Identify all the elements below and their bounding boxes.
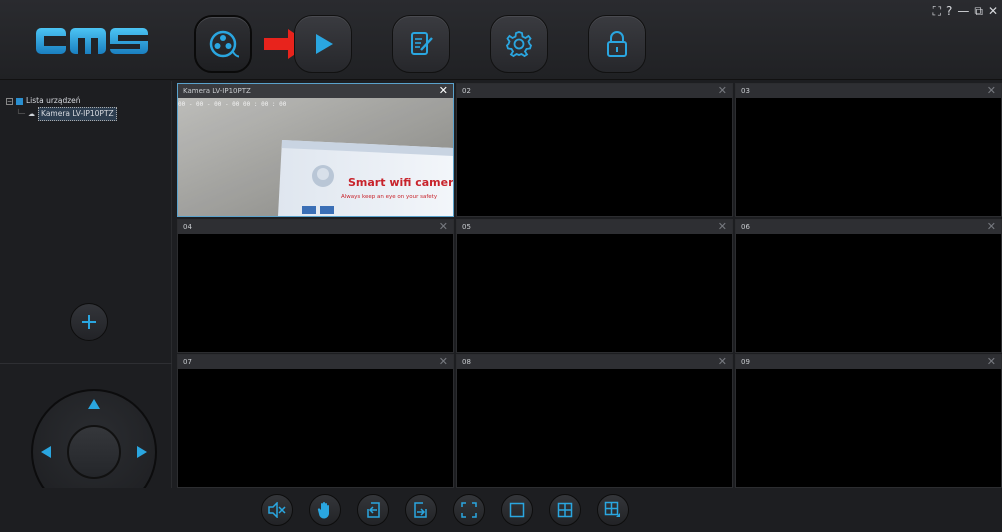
- tree-item[interactable]: └─ ☁ Kamera LV-IP10PTZ: [6, 107, 117, 121]
- fullscreen-button[interactable]: [453, 494, 485, 526]
- nav-settings-button[interactable]: [490, 15, 548, 73]
- ptz-left-icon[interactable]: [41, 446, 51, 458]
- cell-title: 02: [462, 87, 471, 95]
- nav-play-button[interactable]: [294, 15, 352, 73]
- ptz-center-button[interactable]: [67, 425, 121, 479]
- user-icon[interactable]: ⛶: [933, 4, 941, 18]
- export-left-icon: [367, 502, 380, 518]
- layout-custom-button[interactable]: [597, 494, 629, 526]
- gear-icon: [505, 31, 533, 58]
- box-subtitle-text: Always keep an eye on your safety: [341, 194, 438, 200]
- film-reel-icon: [209, 30, 239, 58]
- cell-title: 03: [741, 87, 750, 95]
- tree-root-label: Lista urządzeń: [26, 96, 81, 105]
- video-cell-8[interactable]: 08 ✕: [456, 354, 733, 488]
- video-cell-4[interactable]: 04 ✕: [177, 219, 454, 353]
- add-device-button[interactable]: [70, 303, 108, 341]
- nav-lock-button[interactable]: [588, 15, 646, 73]
- cell-title: 06: [741, 223, 750, 231]
- cell-title: 08: [462, 358, 471, 366]
- export-right-icon: [414, 502, 427, 518]
- video-grid: Kamera LV-IP10PTZ ✕ 00 - 00 - 00 - 00 00…: [177, 83, 1002, 488]
- hand-icon: [317, 502, 330, 519]
- ptz-up-icon[interactable]: [88, 399, 100, 409]
- box-title-text: Smart wifi camera: [348, 176, 453, 189]
- close-cell-icon[interactable]: ✕: [718, 221, 727, 233]
- hand-button[interactable]: [309, 494, 341, 526]
- play-icon: [316, 34, 333, 54]
- layout-4-icon: [557, 502, 573, 518]
- cell-title: 07: [183, 358, 192, 366]
- video-cell-7[interactable]: 07 ✕: [177, 354, 454, 488]
- lock-icon: [607, 31, 627, 57]
- ptz-right-icon[interactable]: [137, 446, 147, 458]
- device-tree: − Lista urządzeń └─ ☁ Kamera LV-IP10PTZ: [6, 95, 117, 121]
- restore-button[interactable]: ⧉: [974, 4, 983, 18]
- mute-button[interactable]: [261, 494, 293, 526]
- video-cell-3[interactable]: 03 ✕: [735, 83, 1002, 217]
- cell-title: 09: [741, 358, 750, 366]
- fullscreen-icon: [461, 502, 477, 518]
- window-controls: ⛶ ? — ⧉ ✕: [933, 4, 998, 18]
- video-cell-1[interactable]: Kamera LV-IP10PTZ ✕ 00 - 00 - 00 - 00 00…: [177, 83, 454, 217]
- camera-node-icon: ☁: [28, 110, 36, 118]
- nav-edit-button[interactable]: [392, 15, 450, 73]
- plus-icon: [82, 315, 96, 329]
- layout-1-icon: [509, 502, 525, 518]
- help-button[interactable]: ?: [946, 4, 952, 18]
- cell-title: 04: [183, 223, 192, 231]
- close-cell-icon[interactable]: ✕: [987, 356, 996, 368]
- cell-title-bar: Kamera LV-IP10PTZ ✕: [178, 84, 453, 98]
- cms-window: ⛶ ? — ⧉ ✕ − Lista urządzeń └─ ☁ Kamera L…: [0, 0, 1002, 532]
- edit-document-icon: [411, 32, 433, 55]
- video-cell-5[interactable]: 05 ✕: [456, 219, 733, 353]
- layout-1-button[interactable]: [501, 494, 533, 526]
- bottom-toolbar: [0, 488, 1002, 532]
- export-right-button[interactable]: [405, 494, 437, 526]
- tree-root[interactable]: − Lista urządzeń: [6, 95, 117, 107]
- export-left-button[interactable]: [357, 494, 389, 526]
- close-cell-icon[interactable]: ✕: [718, 356, 727, 368]
- svg-text:00 - 00 - 00 - 00 00 : 00 :: 00 - 00 - 00 - 00 00 : 00 : 00: [178, 101, 287, 108]
- sidebar: − Lista urządzeń └─ ☁ Kamera LV-IP10PTZ: [0, 81, 172, 532]
- layout-custom-icon: [604, 501, 620, 517]
- top-bar: ⛶ ? — ⧉ ✕: [0, 0, 1002, 80]
- close-cell-icon[interactable]: ✕: [439, 85, 448, 97]
- close-cell-icon[interactable]: ✕: [439, 221, 448, 233]
- minimize-button[interactable]: —: [957, 4, 969, 18]
- camera-image: 00 - 00 - 00 - 00 00 : 00 : 00 Smart wif…: [178, 98, 453, 216]
- close-button[interactable]: ✕: [988, 4, 998, 18]
- cell-title: 05: [462, 223, 471, 231]
- cms-logo: [36, 28, 148, 54]
- video-cell-2[interactable]: 02 ✕: [456, 83, 733, 217]
- mute-icon: [268, 502, 286, 518]
- tree-item-label: Kamera LV-IP10PTZ: [38, 107, 117, 121]
- nav-reel-button[interactable]: [194, 15, 252, 73]
- divider: [0, 363, 172, 364]
- close-cell-icon[interactable]: ✕: [987, 221, 996, 233]
- camera-feed: 00 - 00 - 00 - 00 00 : 00 : 00 Smart wif…: [178, 98, 453, 216]
- cell-title: Kamera LV-IP10PTZ: [183, 87, 251, 95]
- close-cell-icon[interactable]: ✕: [718, 85, 727, 97]
- video-cell-9[interactable]: 09 ✕: [735, 354, 1002, 488]
- layout-4-button[interactable]: [549, 494, 581, 526]
- close-cell-icon[interactable]: ✕: [987, 85, 996, 97]
- collapse-icon[interactable]: −: [6, 97, 13, 105]
- device-list-icon: [16, 97, 23, 105]
- video-cell-6[interactable]: 06 ✕: [735, 219, 1002, 353]
- close-cell-icon[interactable]: ✕: [439, 356, 448, 368]
